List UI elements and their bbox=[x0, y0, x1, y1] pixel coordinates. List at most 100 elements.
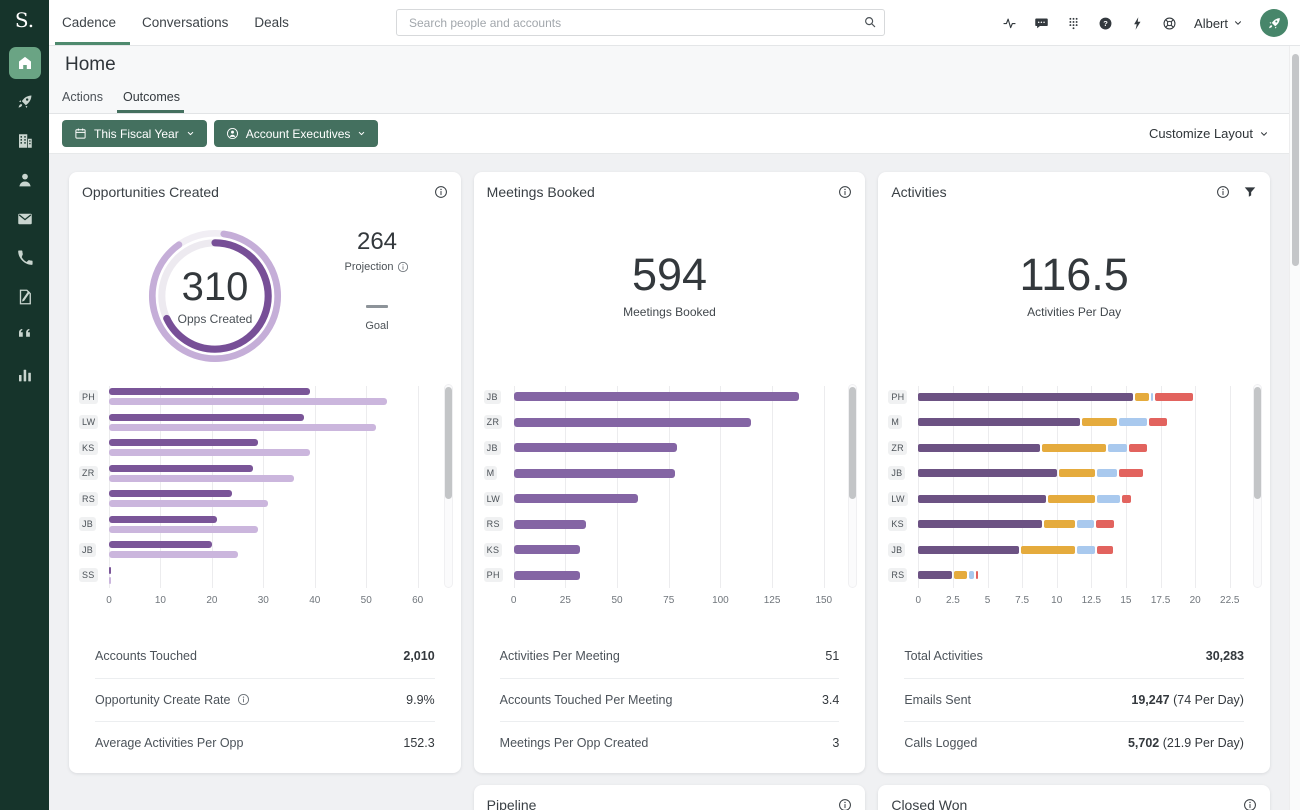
info-icon[interactable] bbox=[838, 185, 852, 199]
stat-row: Emails Sent19,247 (74 Per Day) bbox=[904, 678, 1244, 722]
axis-tick-label: 10 bbox=[1051, 595, 1062, 606]
chart-row bbox=[109, 410, 436, 436]
bar-segment bbox=[1096, 520, 1114, 528]
chart-scrollbar-thumb[interactable] bbox=[445, 387, 452, 499]
bar-segment bbox=[1082, 418, 1117, 426]
chart-row bbox=[918, 486, 1245, 512]
card-header: Activities bbox=[891, 172, 1257, 200]
search-icon[interactable] bbox=[863, 15, 877, 29]
bar-segment bbox=[954, 571, 968, 579]
nav-item-conversations[interactable]: Conversations bbox=[142, 0, 228, 45]
user-menu[interactable]: Albert bbox=[1194, 16, 1243, 31]
dialpad-icon[interactable] bbox=[1066, 16, 1081, 31]
stat-row: Accounts Touched Per Meeting3.4 bbox=[500, 678, 840, 722]
sidebar-item-calls[interactable] bbox=[9, 242, 41, 274]
category-label: KS bbox=[484, 543, 503, 557]
team-filter-button[interactable]: Account Executives bbox=[214, 120, 379, 147]
chart-row bbox=[109, 537, 436, 563]
pulse-icon[interactable] bbox=[1002, 16, 1017, 31]
topbar: Cadence Conversations Deals ? Albert bbox=[49, 0, 1300, 46]
bar bbox=[514, 418, 752, 427]
user-name: Albert bbox=[1194, 16, 1228, 31]
bar-segment bbox=[1097, 495, 1121, 503]
info-icon[interactable] bbox=[838, 798, 852, 810]
sidebar-item-notes[interactable] bbox=[9, 281, 41, 313]
stat-row: Calls Logged5,702 (21.9 Per Day) bbox=[904, 721, 1244, 765]
chart-scrollbar[interactable] bbox=[1253, 384, 1262, 588]
info-icon[interactable] bbox=[1216, 185, 1230, 199]
chart-row bbox=[109, 461, 436, 487]
info-icon[interactable] bbox=[1243, 798, 1257, 810]
avatar[interactable] bbox=[1260, 9, 1288, 37]
bar-segment bbox=[918, 418, 1080, 426]
stat-row: Opportunity Create Rate9.9% bbox=[95, 678, 435, 722]
chat-icon[interactable] bbox=[1034, 16, 1049, 31]
sidebar: S. bbox=[0, 0, 49, 810]
axis-tick-label: 22.5 bbox=[1220, 595, 1239, 606]
lightning-icon[interactable] bbox=[1130, 16, 1145, 31]
bar-segment bbox=[1077, 520, 1094, 528]
category-label: ZR bbox=[888, 441, 907, 455]
chevron-down-icon bbox=[1259, 129, 1269, 139]
closed-won-card: Closed Won bbox=[878, 785, 1270, 810]
chart-scrollbar-thumb[interactable] bbox=[1254, 387, 1261, 499]
bar bbox=[109, 541, 212, 548]
info-icon[interactable] bbox=[434, 185, 448, 199]
person-icon bbox=[16, 171, 34, 189]
top-nav: Cadence Conversations Deals bbox=[49, 0, 289, 45]
chart-row bbox=[918, 563, 1245, 589]
bar bbox=[109, 439, 258, 446]
sidebar-item-home[interactable] bbox=[9, 47, 41, 79]
goal-label: Goal bbox=[309, 320, 445, 332]
settings-wheel-icon[interactable] bbox=[1162, 16, 1177, 31]
filter-funnel-icon[interactable] bbox=[1243, 185, 1257, 199]
tab-actions[interactable]: Actions bbox=[62, 90, 103, 113]
card-title: Meetings Booked bbox=[487, 184, 595, 200]
category-label: ZR bbox=[79, 466, 98, 480]
sidebar-item-analytics[interactable] bbox=[9, 359, 41, 391]
date-filter-button[interactable]: This Fiscal Year bbox=[62, 120, 207, 147]
bar bbox=[109, 577, 111, 584]
sidebar-item-email[interactable] bbox=[9, 203, 41, 235]
bar-segment bbox=[1129, 444, 1147, 452]
axis-tick-label: 50 bbox=[611, 595, 622, 606]
stat-label: Meetings Per Opp Created bbox=[500, 736, 649, 750]
axis-tick-label: 7.5 bbox=[1015, 595, 1029, 606]
opps-bar-chart: PHLWKSZRRSJBJBSS0102030405060 bbox=[79, 384, 453, 610]
customize-layout-label: Customize Layout bbox=[1149, 126, 1253, 141]
nav-item-cadence[interactable]: Cadence bbox=[62, 0, 116, 45]
filter-bar: This Fiscal Year Account Executives Cust… bbox=[49, 114, 1289, 154]
stat-value: 30,283 bbox=[1206, 649, 1244, 663]
sidebar-item-accounts[interactable] bbox=[9, 125, 41, 157]
axis-tick-label: 40 bbox=[309, 595, 320, 606]
chart-scrollbar[interactable] bbox=[444, 384, 453, 588]
search-input[interactable] bbox=[396, 9, 885, 36]
meetings-booked-kpi: 594 Meetings Booked bbox=[474, 252, 866, 319]
chart-row bbox=[918, 461, 1245, 487]
card-title: Pipeline bbox=[487, 797, 537, 810]
chart-row bbox=[514, 512, 841, 538]
chart-scrollbar-thumb[interactable] bbox=[849, 387, 856, 499]
sidebar-item-cadences[interactable] bbox=[9, 86, 41, 118]
sidebar-item-conversations[interactable] bbox=[9, 320, 41, 352]
help-icon[interactable]: ? bbox=[1098, 16, 1113, 31]
kpi-label: Meetings Booked bbox=[474, 305, 866, 319]
page-tabs: Actions Outcomes bbox=[62, 90, 180, 113]
stat-label: Calls Logged bbox=[904, 736, 977, 750]
page-scrollbar[interactable] bbox=[1289, 46, 1300, 810]
info-icon[interactable] bbox=[237, 693, 250, 706]
customize-layout-button[interactable]: Customize Layout bbox=[1149, 126, 1269, 141]
stat-row: Accounts Touched2,010 bbox=[95, 634, 435, 678]
chart-scrollbar[interactable] bbox=[848, 384, 857, 588]
info-icon[interactable] bbox=[397, 261, 409, 273]
page-scrollbar-thumb[interactable] bbox=[1292, 54, 1299, 266]
chart-row bbox=[918, 512, 1245, 538]
stat-value: 51 bbox=[825, 649, 839, 663]
bar-segment bbox=[918, 469, 1056, 477]
bar bbox=[109, 388, 310, 395]
tab-outcomes[interactable]: Outcomes bbox=[123, 90, 180, 113]
nav-item-deals[interactable]: Deals bbox=[254, 0, 289, 45]
sidebar-item-people[interactable] bbox=[9, 164, 41, 196]
bar-segment bbox=[1119, 418, 1147, 426]
app-logo[interactable]: S. bbox=[0, 0, 49, 40]
